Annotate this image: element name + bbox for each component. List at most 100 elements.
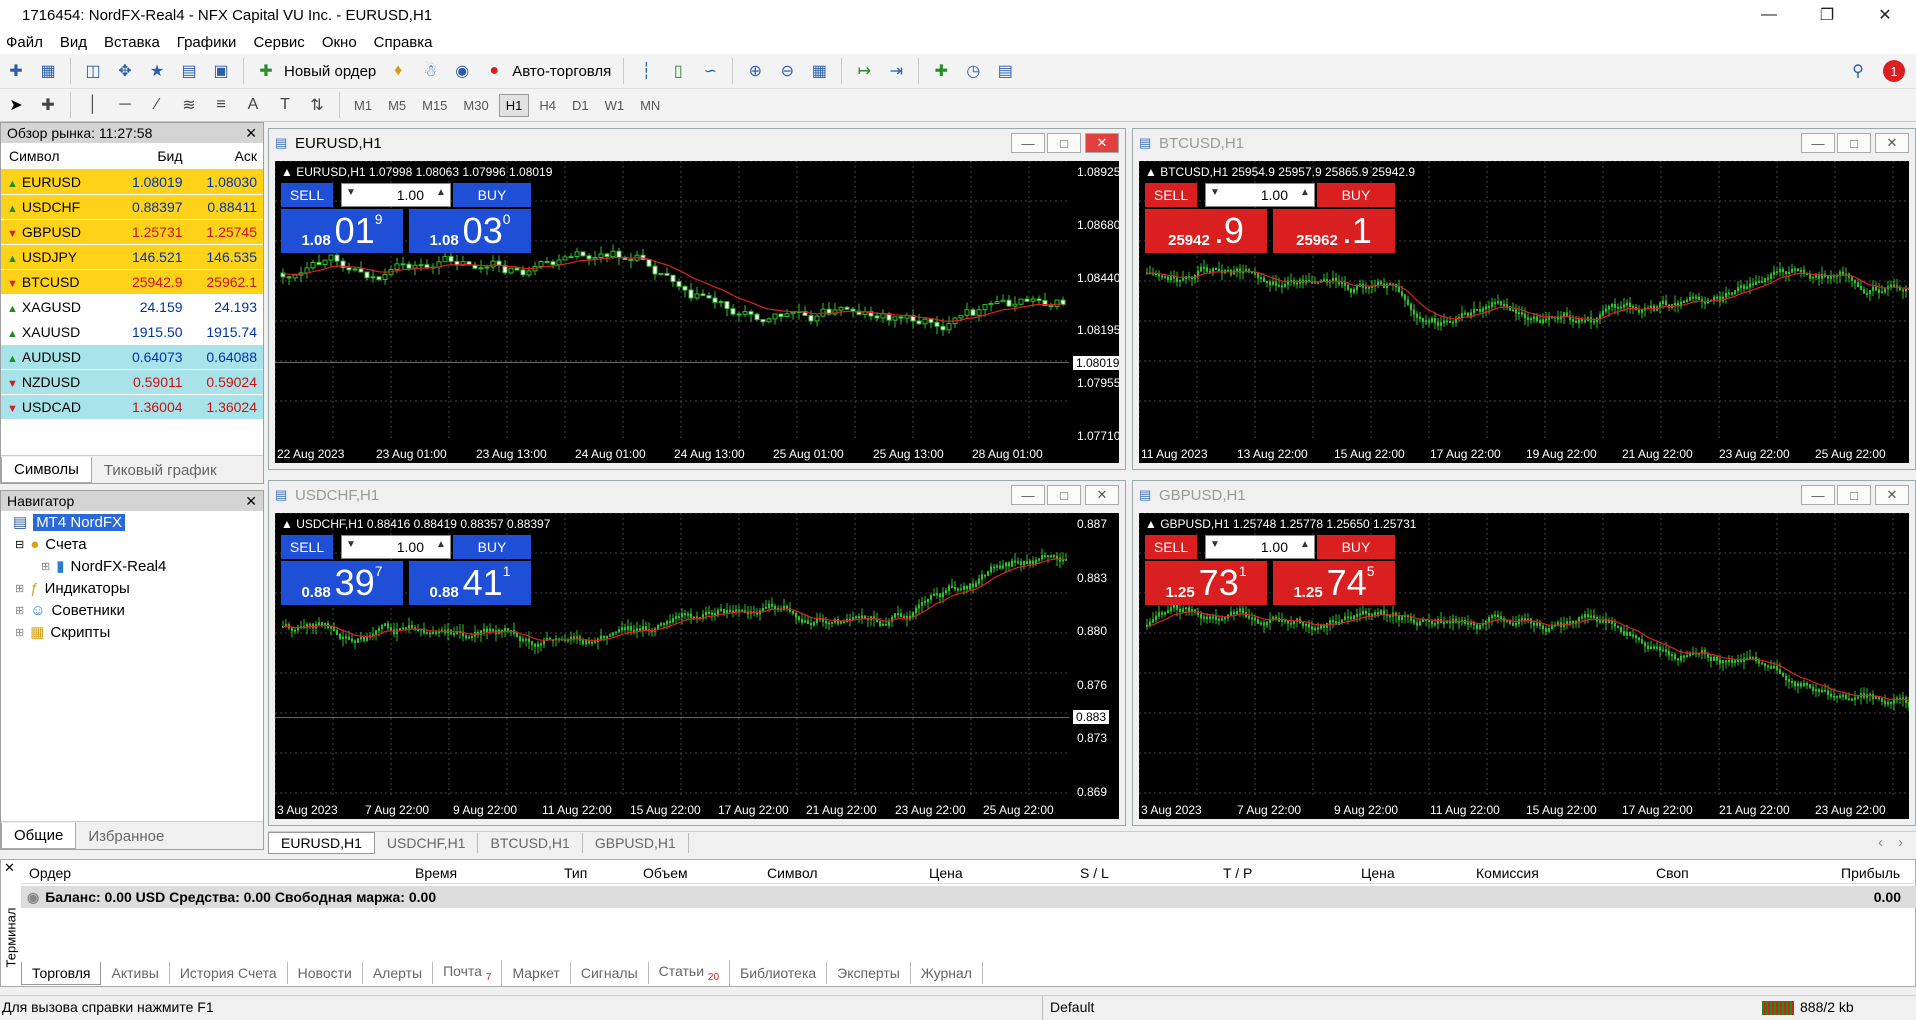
chevron-up-icon[interactable]: ▲	[1295, 539, 1315, 550]
tab-history[interactable]: История Счета	[170, 962, 288, 984]
ask-quote[interactable]: 0.88 41 1	[409, 561, 531, 605]
tf-mn[interactable]: MN	[634, 95, 666, 116]
close-icon[interactable]: ✕	[1085, 133, 1119, 153]
th-volume[interactable]: Объем	[643, 865, 688, 881]
tf-m1[interactable]: M1	[348, 95, 378, 116]
menu-tools[interactable]: Сервис	[253, 34, 304, 51]
market-row[interactable]: ▲ XAGUSD 24.159 24.193	[1, 294, 263, 320]
autoscroll-icon[interactable]: ↦	[851, 58, 877, 84]
chart-tab-eurusd[interactable]: EURUSD,H1	[268, 831, 375, 854]
trendline-icon[interactable]: ∕	[144, 92, 170, 118]
chart-tab-gbpusd[interactable]: GBPUSD,H1	[583, 832, 689, 853]
menu-charts[interactable]: Графики	[177, 34, 237, 51]
zoom-out-icon[interactable]: ⊖	[774, 58, 800, 84]
tab-library[interactable]: Библиотека	[730, 962, 828, 984]
maximize-icon[interactable]: □	[1047, 485, 1081, 505]
autotrading-button[interactable]: Авто-торговля	[512, 63, 611, 80]
search-icon[interactable]: ⚲	[1845, 58, 1871, 84]
metaeditor-icon[interactable]: ♦	[385, 58, 411, 84]
minimize-icon[interactable]: —	[1801, 133, 1835, 153]
tab-common[interactable]: Общие	[1, 823, 77, 849]
horizontal-line-icon[interactable]: ─	[112, 92, 138, 118]
market-row[interactable]: ▲ EURUSD 1.08019 1.08030	[1, 169, 263, 195]
tab-articles[interactable]: Статьи 20	[649, 960, 731, 986]
chevron-down-icon[interactable]: ▼	[341, 187, 361, 198]
navigator-icon[interactable]: ★	[144, 58, 170, 84]
ask-quote[interactable]: 1.25 74 5	[1273, 561, 1395, 605]
scroll-left-icon[interactable]: ‹	[1878, 834, 1883, 851]
th-price2[interactable]: Цена	[1361, 865, 1395, 881]
chart-shift-icon[interactable]: ⇥	[883, 58, 909, 84]
tab-news[interactable]: Новости	[288, 962, 363, 984]
restore-button[interactable]: ❐	[1798, 0, 1856, 30]
maximize-icon[interactable]: □	[1047, 133, 1081, 153]
expand-icon[interactable]: ⊞	[15, 626, 24, 639]
tf-m15[interactable]: M15	[416, 95, 453, 116]
bid-quote[interactable]: 0.88 39 7	[281, 561, 403, 605]
text-label-icon[interactable]: T	[272, 92, 298, 118]
tf-d1[interactable]: D1	[566, 95, 595, 116]
th-order[interactable]: Ордер	[29, 865, 71, 881]
tf-m30[interactable]: M30	[457, 95, 494, 116]
th-swap[interactable]: Своп	[1656, 865, 1689, 881]
minimize-icon[interactable]: —	[1801, 485, 1835, 505]
minimize-button[interactable]: —	[1740, 0, 1798, 30]
market-row[interactable]: ▲ USDCHF 0.88397 0.88411	[1, 194, 263, 220]
row-symbol[interactable]: ▲ USDCHF	[1, 194, 115, 220]
close-icon[interactable]: ✕	[1085, 485, 1119, 505]
th-symbol[interactable]: Символ	[767, 865, 817, 881]
menu-file[interactable]: Файл	[6, 34, 43, 51]
th-commission[interactable]: Комиссия	[1476, 865, 1539, 881]
maximize-icon[interactable]: □	[1837, 485, 1871, 505]
ask-quote[interactable]: 1.08 03 0	[409, 209, 531, 253]
th-profit[interactable]: Прибыль	[1841, 865, 1900, 881]
autotrading-icon[interactable]: ●	[481, 58, 507, 84]
tf-m5[interactable]: M5	[382, 95, 412, 116]
close-icon[interactable]: ✕	[1875, 133, 1909, 153]
menu-insert[interactable]: Вставка	[104, 34, 160, 51]
col-ask[interactable]: Аск	[188, 143, 263, 170]
row-symbol[interactable]: ▼ GBPUSD	[1, 219, 115, 245]
chevron-down-icon[interactable]: ▼	[1205, 187, 1225, 198]
nav-root[interactable]: MT4 NordFX	[33, 513, 126, 531]
menu-view[interactable]: Вид	[60, 34, 87, 51]
close-button[interactable]: ✕	[1856, 0, 1914, 30]
buy-button[interactable]: BUY	[1317, 183, 1395, 207]
col-bid[interactable]: Бид	[114, 143, 189, 170]
market-row[interactable]: ▼ BTCUSD 25942.9 25962.1	[1, 269, 263, 295]
bid-quote[interactable]: 1.08 01 9	[281, 209, 403, 253]
tab-favorites[interactable]: Избранное	[76, 824, 176, 849]
new-order-icon[interactable]: ✚	[253, 58, 279, 84]
sell-button[interactable]: SELL	[281, 183, 333, 207]
crosshair-icon[interactable]: ✚	[35, 92, 61, 118]
close-icon[interactable]: ✕	[4, 860, 15, 876]
chart-tab-btcusd[interactable]: BTCUSD,H1	[478, 832, 583, 853]
sell-button[interactable]: SELL	[281, 535, 333, 559]
tab-tick-chart[interactable]: Тиковый график	[92, 458, 229, 483]
sell-button[interactable]: SELL	[1145, 535, 1197, 559]
row-symbol[interactable]: ▲ XAUUSD	[1, 319, 115, 345]
bar-chart-icon[interactable]: ┆	[633, 58, 659, 84]
nav-account[interactable]: NordFX-Real4	[70, 558, 166, 575]
tab-trade[interactable]: Торговля	[21, 961, 102, 985]
ask-quote[interactable]: 25962.1	[1273, 209, 1395, 253]
chart-tab-usdchf[interactable]: USDCHF,H1	[375, 832, 479, 853]
menu-window[interactable]: Окно	[322, 34, 357, 51]
chart-window-usdchf[interactable]: ▤ USDCHF,H1 — □ ✕ ▲ USDCHF,H1 0.88416 0.88419…	[268, 480, 1126, 826]
market-icon[interactable]: ◉	[449, 58, 475, 84]
chart-plot-usdchf[interactable]: ▲ USDCHF,H1 0.88416 0.88419 0.88357 0.88…	[275, 513, 1119, 819]
scroll-right-icon[interactable]: ›	[1898, 834, 1903, 851]
tab-signals[interactable]: Сигналы	[571, 962, 649, 984]
market-row[interactable]: ▲ AUDUSD 0.64073 0.64088	[1, 344, 263, 370]
bid-quote[interactable]: 25942.9	[1145, 209, 1267, 253]
nav-indicators[interactable]: Индикаторы	[45, 580, 130, 597]
indicators-icon[interactable]: ✚	[928, 58, 954, 84]
market-watch-icon[interactable]: ◫	[80, 58, 106, 84]
market-row[interactable]: ▼ GBPUSD 1.25731 1.25745	[1, 219, 263, 245]
tf-h4[interactable]: H4	[533, 95, 562, 116]
new-chart-icon[interactable]: ✚	[3, 58, 29, 84]
market-row[interactable]: ▲ XAUUSD 1915.50 1915.74	[1, 319, 263, 345]
sell-button[interactable]: SELL	[1145, 183, 1197, 207]
minimize-icon[interactable]: —	[1011, 485, 1045, 505]
channel-icon[interactable]: ≋	[176, 92, 202, 118]
